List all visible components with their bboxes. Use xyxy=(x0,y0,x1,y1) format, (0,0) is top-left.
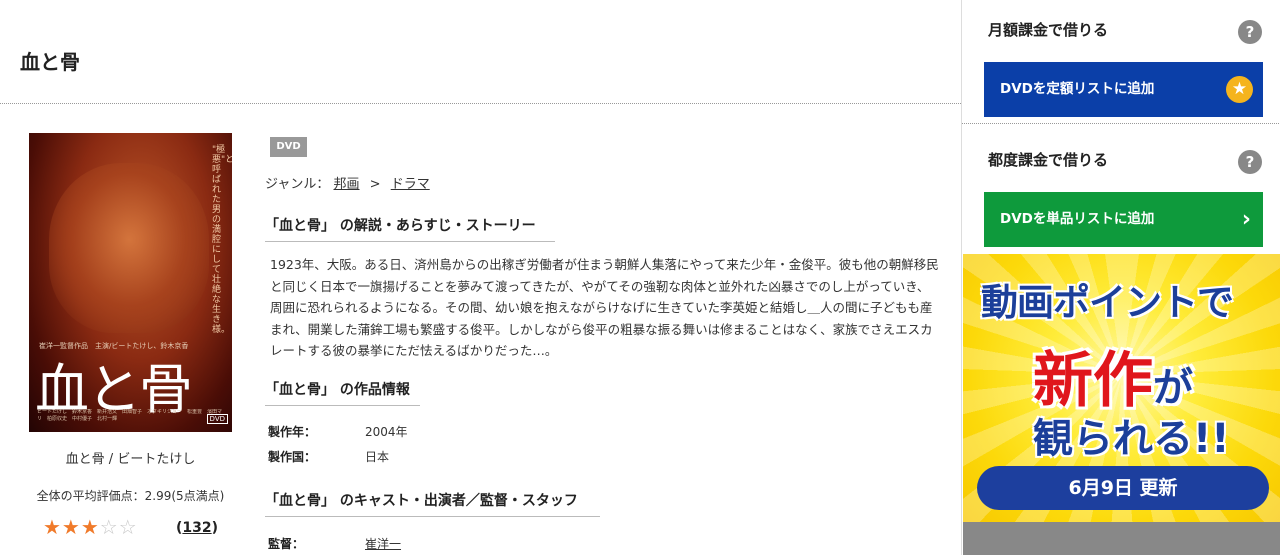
director-link[interactable]: 崔洋一 xyxy=(365,535,565,552)
single-rental-title: 都度課金で借りる xyxy=(988,151,1109,169)
year-value: 2004年 xyxy=(365,425,408,439)
review-count-close: ) xyxy=(211,520,219,536)
synopsis-heading: 「血と骨」 の解説・あらすじ・ストーリー xyxy=(265,215,555,242)
genre-label: ジャンル： xyxy=(265,177,330,192)
average-rating-label: 全体の平均評価点：2.99(5点満点) xyxy=(36,489,225,503)
star-empty-icon: ☆☆ xyxy=(99,515,138,539)
add-to-single-list-label: DVDを単品リストに追加 xyxy=(1000,211,1155,227)
rental-sidebar: 月額課金で借りる ? DVDを定額リストに追加 ★ 都度課金で借りる ? DVD… xyxy=(961,0,1280,555)
main-content: 血と骨 "極悪"と呼ばれた男の満腔にして壮絶な生き様。 崔洋一監督作品 主演/ビ… xyxy=(0,0,961,555)
genre-breadcrumb: ジャンル： 邦画 > ドラマ xyxy=(265,173,430,192)
sidebar-divider xyxy=(962,123,1280,124)
synopsis-text: 1923年、大阪。ある日、済州島からの出稼ぎ労働者が住まう朝鮮人集落にやって来た… xyxy=(270,257,939,358)
promo-watchable-text: 観られる!! xyxy=(1033,416,1230,462)
dvd-cover-image[interactable]: "極悪"と呼ばれた男の満腔にして壮絶な生き様。 崔洋一監督作品 主演/ビートたけ… xyxy=(29,133,232,432)
genre-link-child[interactable]: ドラマ xyxy=(391,177,430,192)
review-count: (132) xyxy=(176,520,218,536)
star-icon: ★ xyxy=(1226,76,1253,103)
cover-cast-text: ビートたけし 鈴木京香 新井浩文 田畑智子 オダギリジョー 松重豊 濱田マリ 柏… xyxy=(37,409,222,422)
rating-stars: ★★★☆☆ xyxy=(43,515,138,539)
work-info-heading: 「血と骨」 の作品情報 xyxy=(265,379,420,406)
promo-new-release-suffix: が xyxy=(1153,365,1193,411)
country-label: 製作国： xyxy=(268,450,317,464)
cover-caption: 血と骨 / ビートたけし xyxy=(65,452,196,467)
page: 血と骨 "極悪"と呼ばれた男の満腔にして壮絶な生き様。 崔洋一監督作品 主演/ビ… xyxy=(0,0,1280,555)
add-to-single-list-button[interactable]: DVDを単品リストに追加 › xyxy=(984,192,1263,247)
star-filled-icon: ★★★ xyxy=(43,515,100,539)
title-bar: 血と骨 xyxy=(0,0,961,104)
promo-headline: 動画ポイントで xyxy=(981,281,1234,324)
cast-staff-heading: 「血と骨」 のキャスト・出演者／監督・スタッフ xyxy=(265,490,600,517)
help-icon[interactable]: ? xyxy=(1238,20,1262,44)
cover-dvd-logo: DVD xyxy=(206,414,228,424)
director-label: 監督： xyxy=(268,537,305,551)
page-title: 血と骨 xyxy=(20,50,80,74)
year-label: 製作年： xyxy=(268,425,317,439)
cover-portrait xyxy=(49,163,209,333)
genre-separator: > xyxy=(369,177,381,192)
cover-tagline: "極悪"と呼ばれた男の満腔にして壮絶な生き様。 xyxy=(212,145,232,335)
video-point-promo-banner[interactable]: 動画ポイントで 新作が 観られる!! 6月9日 更新 xyxy=(963,254,1280,522)
country-value: 日本 xyxy=(365,450,390,464)
help-icon[interactable]: ? xyxy=(1238,150,1262,174)
promo-update-date: 6月9日 更新 xyxy=(977,466,1269,510)
sidebar-footer-bar xyxy=(963,522,1280,555)
add-to-monthly-list-button[interactable]: DVDを定額リストに追加 ★ xyxy=(984,62,1263,117)
add-to-monthly-list-label: DVDを定額リストに追加 xyxy=(1000,81,1155,97)
chevron-right-icon: › xyxy=(1241,207,1251,232)
review-count-link[interactable]: 132 xyxy=(182,520,211,536)
format-badge: DVD xyxy=(270,137,307,157)
monthly-rental-title: 月額課金で借りる xyxy=(988,21,1109,39)
genre-link-parent[interactable]: 邦画 xyxy=(334,177,360,192)
